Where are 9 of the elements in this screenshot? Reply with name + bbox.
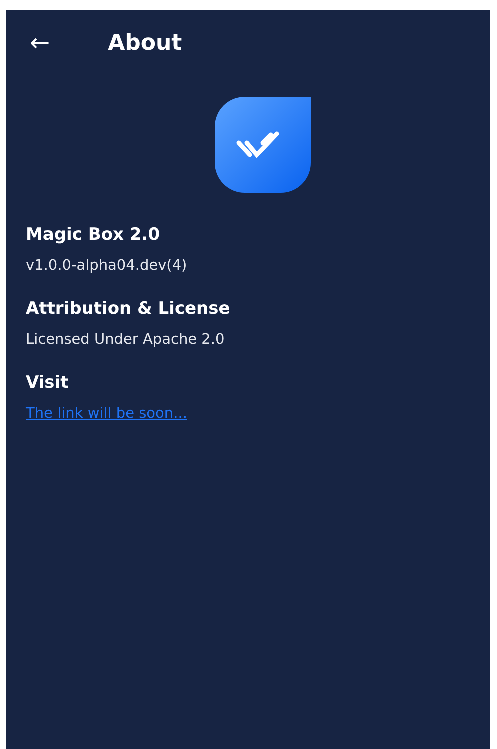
section-heading: Visit (26, 373, 69, 393)
section-text: Licensed Under Apache 2.0 (26, 332, 225, 348)
section-text: v1.0.0-alpha04.dev(4) (26, 258, 188, 274)
visit-link[interactable]: The link will be soon... (26, 406, 188, 422)
back-button[interactable]: ← (24, 31, 56, 55)
section-heading: Magic Box 2.0 (26, 225, 160, 245)
section-heading: Attribution & License (26, 299, 230, 319)
app-logo-icon (215, 97, 311, 193)
page-title: About (108, 30, 182, 56)
